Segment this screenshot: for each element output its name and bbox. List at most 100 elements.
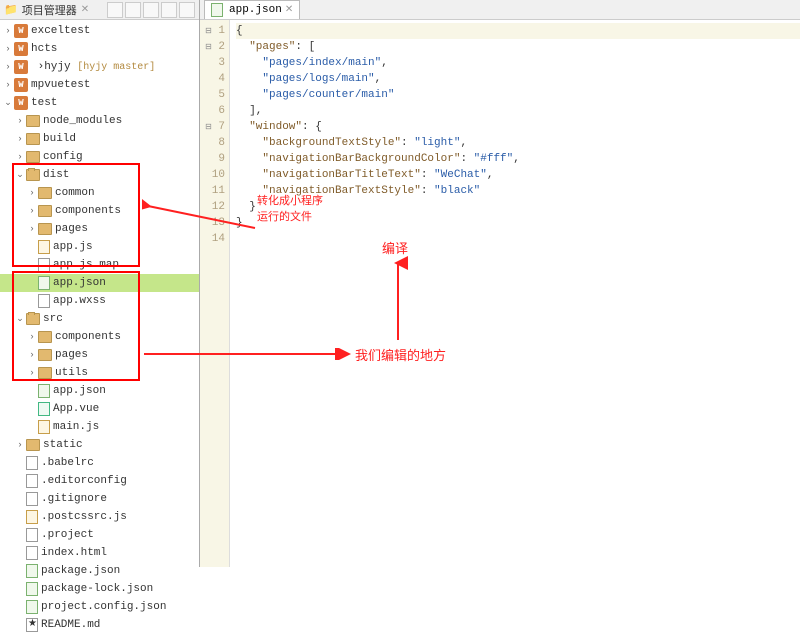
line-number: 14 [212,233,225,245]
tree-item-src-app-json[interactable]: app.json [0,382,199,400]
tree-item-node-modules[interactable]: ›node_modules [0,112,199,130]
tree-label: package-lock.json [41,583,153,595]
minimize-button[interactable] [161,2,177,18]
js-file-icon [38,420,50,434]
editor-tab-bar: app.json ✕ [200,0,800,20]
tree-item-pages[interactable]: ›pages [0,220,199,238]
tree-label: components [55,205,121,217]
tree-item-test[interactable]: ⌄Wtest [0,94,199,112]
file-icon [26,528,38,542]
code-line: "pages/index/main", [236,55,800,71]
line-number: 5 [218,89,225,101]
collapse-all-button[interactable] [125,2,141,18]
tree-label: hcts [31,43,57,55]
tree-item-readme[interactable]: README.md [0,616,199,634]
tree-item-src-pages[interactable]: ›pages [0,346,199,364]
tree-item-index-html[interactable]: index.html [0,544,199,562]
line-number: 10 [212,169,225,181]
tree-item-babelrc[interactable]: .babelrc [0,454,199,472]
tree-item-utils[interactable]: ›utils [0,364,199,382]
tree-label: common [55,187,95,199]
tree-item-project[interactable]: .project [0,526,199,544]
tree-label: app.js.map [53,259,119,271]
line-number: 6 [218,105,225,117]
folder-icon [38,205,52,217]
project-icon: W [14,42,28,56]
tree-item-app-json[interactable]: app.json [0,274,199,292]
code-editor[interactable]: { "pages": [ "pages/index/main", "pages/… [230,20,800,231]
code-line: "backgroundTextStyle": "light", [236,135,800,151]
panel-toolbar [107,2,195,18]
project-explorer-icon: 📁 [4,3,18,17]
json-file-icon [38,276,50,290]
code-line: "pages/counter/main" [236,87,800,103]
tree-label: pages [55,349,88,361]
json-file-icon [38,384,50,398]
tree-item-package-lock[interactable]: package-lock.json [0,580,199,598]
tree-label: app.json [53,385,106,397]
tree-item-package-json[interactable]: package.json [0,562,199,580]
tree-label: .editorconfig [41,475,127,487]
tree-label: .gitignore [41,493,107,505]
code-line: "pages/logs/main", [236,71,800,87]
file-icon [38,258,50,272]
tree-label: app.json [53,277,106,289]
tree-item-exceltest[interactable]: ›Wexceltest [0,22,199,40]
tree-item-gitignore[interactable]: .gitignore [0,490,199,508]
tree-item-editorconfig[interactable]: .editorconfig [0,472,199,490]
json-file-icon [26,582,38,596]
maximize-button[interactable] [179,2,195,18]
tree-item-mpvuetest[interactable]: ›Wmpvuetest [0,76,199,94]
tree-item-components[interactable]: ›components [0,202,199,220]
view-menu-button[interactable] [143,2,159,18]
tree-item-src[interactable]: ⌄src [0,310,199,328]
editor-tab-label: app.json [229,4,282,16]
close-icon[interactable]: ✕ [81,4,89,16]
tree-label: utils [55,367,88,379]
tree-item-src-components[interactable]: ›components [0,328,199,346]
tree-label: app.js [53,241,93,253]
tree-label: static [43,439,83,451]
tree-label: pages [55,223,88,235]
tree-item-project-config[interactable]: project.config.json [0,598,199,616]
json-file-icon [26,564,38,578]
tree-item-hcts[interactable]: ›Whcts [0,40,199,58]
project-explorer-titlebar: 📁 项目管理器 ✕ [0,0,199,20]
tree-item-app-js-map[interactable]: app.js.map [0,256,199,274]
project-icon: W [14,24,28,38]
tree-item-build[interactable]: ›build [0,130,199,148]
tree-item-common[interactable]: ›common [0,184,199,202]
project-icon: W [14,60,28,74]
tree-item-config[interactable]: ›config [0,148,199,166]
html-file-icon [26,546,38,560]
tree-label: src [43,313,63,325]
code-line: "navigationBarTextStyle": "black" [236,183,800,199]
line-number-gutter: ⊟ 1 ⊟ 2 3 4 5 6 ⊟ 7 8 9 10 11 12 13 14 [200,20,230,567]
tree-item-app-wxss[interactable]: app.wxss [0,292,199,310]
vue-file-icon [38,402,50,416]
folder-icon [38,331,52,343]
tree-item-app-js[interactable]: app.js [0,238,199,256]
markdown-file-icon [26,618,38,632]
folder-icon [26,169,40,181]
close-tab-icon[interactable]: ✕ [285,4,293,16]
folder-icon [26,115,40,127]
project-icon: W [14,96,28,110]
link-with-editor-button[interactable] [107,2,123,18]
editor-tab-app-json[interactable]: app.json ✕ [204,0,300,19]
tree-label: main.js [53,421,99,433]
project-tree[interactable]: ›Wexceltest ›Whcts ›W › hyjy [hyjy maste… [0,20,199,636]
tree-item-app-vue[interactable]: App.vue [0,400,199,418]
tree-item-dist[interactable]: ⌄dist [0,166,199,184]
tree-label: components [55,331,121,343]
code-line: } [236,199,800,215]
js-file-icon [38,240,50,254]
tree-item-main-js[interactable]: main.js [0,418,199,436]
tree-item-postcssrc[interactable]: .postcssrc.js [0,508,199,526]
folder-icon [26,133,40,145]
json-file-icon [211,3,223,17]
tree-item-hyjy[interactable]: ›W › hyjy [hyjy master] [0,58,199,76]
code-line: "navigationBarBackgroundColor": "#fff", [236,151,800,167]
folder-icon [26,439,40,451]
tree-item-static[interactable]: ›static [0,436,199,454]
